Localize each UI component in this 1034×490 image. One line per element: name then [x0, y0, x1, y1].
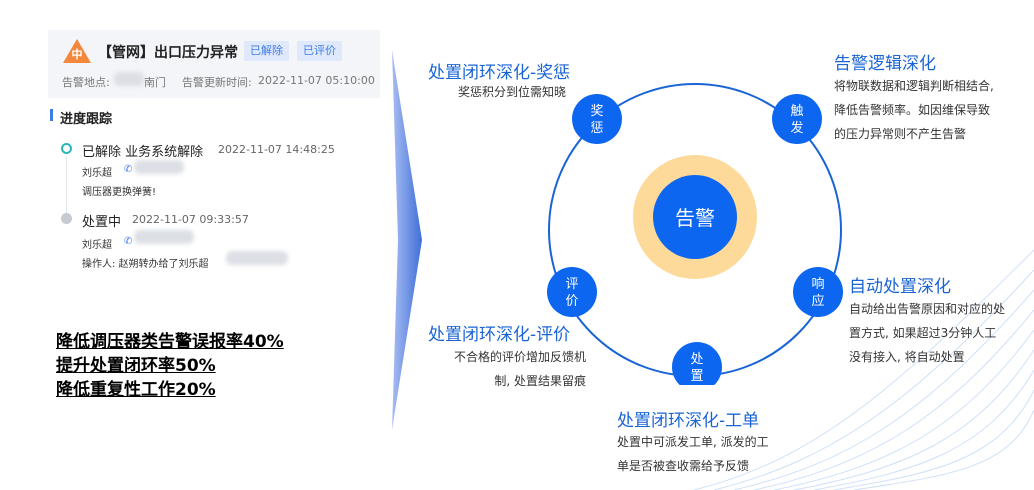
- block-pingjia-desc-2: 制, 处置结果留痕: [494, 374, 586, 388]
- timeline-time: 2022-11-07 09:33:57: [132, 213, 249, 226]
- node-label: 价: [565, 294, 578, 309]
- redacted-location: [114, 72, 144, 86]
- block-xiangying-desc-1: 自动给出告警原因和对应的处: [849, 302, 1006, 316]
- timeline-person: 刘乐超: [82, 168, 112, 179]
- timeline-time: 2022-11-07 14:48:25: [218, 143, 335, 156]
- phone-icon[interactable]: ✆: [124, 164, 132, 175]
- timeline-dot: [61, 213, 72, 224]
- block-chufa-desc-2: 降低告警频率。如因维保导致: [834, 103, 991, 117]
- node-jiangcheng-line1: 奖: [590, 104, 603, 119]
- node-chuzhi[interactable]: 处 置: [672, 342, 722, 385]
- node-label: 处: [690, 352, 703, 367]
- block-pingjia-title: 处置闭环深化-评价: [428, 325, 571, 345]
- kpi-false-alarm: 降低调压器类告警误报率40%: [56, 332, 284, 352]
- timeline-note: 调压器更换弹簧!: [82, 187, 157, 198]
- block-chuzhi-desc-2: 单是否被查收需给予反馈: [617, 459, 750, 473]
- tag-resolved: 已解除: [244, 41, 289, 61]
- block-chufa-title: 告警逻辑深化: [834, 54, 936, 74]
- block-pingjia-desc-1: 不合格的评价增加反馈机: [453, 350, 586, 364]
- block-xiangying-title: 自动处置深化: [849, 277, 951, 297]
- node-xiangying[interactable]: 响 应: [793, 267, 843, 317]
- node-label: 评: [565, 277, 578, 292]
- redacted-phone: [134, 230, 194, 244]
- location-value: 南门: [144, 76, 166, 89]
- node-jiangcheng-line2: 惩: [590, 121, 603, 136]
- block-chuzhi-title: 处置闭环深化-工单: [617, 411, 760, 431]
- node-jiangcheng[interactable]: 奖 惩: [572, 94, 622, 144]
- alarm-cycle-diagram: 告警 奖 惩 触 发 响 应 处 置 评 价: [547, 83, 843, 385]
- block-chufa-desc-3: 的压力异常则不产生告警: [834, 127, 967, 141]
- phone-icon[interactable]: ✆: [124, 236, 132, 247]
- block-jiangcheng-desc: 奖惩积分到位需知晓: [458, 85, 567, 99]
- kpi-repetitive-work: 降低重复性工作20%: [56, 380, 216, 400]
- update-time: 2022-11-07 05:10:00: [258, 74, 375, 87]
- location-label: 告警地点:: [62, 76, 110, 89]
- redacted-phone: [134, 160, 184, 174]
- block-chufa-desc-1: 将物联数据和逻辑判断相结合,: [834, 79, 994, 93]
- progress-title: 进度跟踪: [60, 112, 113, 127]
- node-label: 置: [690, 369, 703, 384]
- node-label: 触: [790, 104, 803, 119]
- node-label: 应: [811, 293, 824, 309]
- node-label: 响: [811, 276, 824, 292]
- update-time-label: 告警更新时间:: [182, 76, 252, 89]
- timeline-line: [66, 156, 67, 216]
- timeline-person: 刘乐超: [82, 240, 112, 251]
- center-label: 告警: [675, 206, 715, 230]
- timeline-status: 处置中: [82, 215, 122, 230]
- alarm-title: 【管网】出口压力异常: [98, 45, 238, 61]
- block-xiangying-desc-3: 没有接入, 将自动处置: [849, 350, 965, 364]
- node-pingjia[interactable]: 评 价: [547, 267, 597, 317]
- kpi-closure-rate: 提升处置闭环率50%: [56, 356, 216, 376]
- node-label: 发: [790, 120, 803, 136]
- timeline-status: 已解除 业务系统解除: [82, 145, 204, 160]
- timeline-dot-active: [61, 143, 72, 154]
- redacted-text: [226, 251, 288, 265]
- block-chuzhi-desc-1: 处置中可派发工单, 派发的工: [617, 435, 769, 449]
- chevron-divider-icon: [392, 50, 422, 430]
- block-xiangying-desc-2: 置方式, 如果超过3分钟人工: [849, 326, 997, 340]
- severity-badge-text: 中: [71, 48, 83, 61]
- node-chufa[interactable]: 触 发: [772, 94, 822, 144]
- section-marker: [50, 109, 53, 121]
- tag-evaluated: 已评价: [297, 41, 342, 61]
- timeline-note: 操作人: 赵朔转办给了刘乐超: [82, 259, 209, 270]
